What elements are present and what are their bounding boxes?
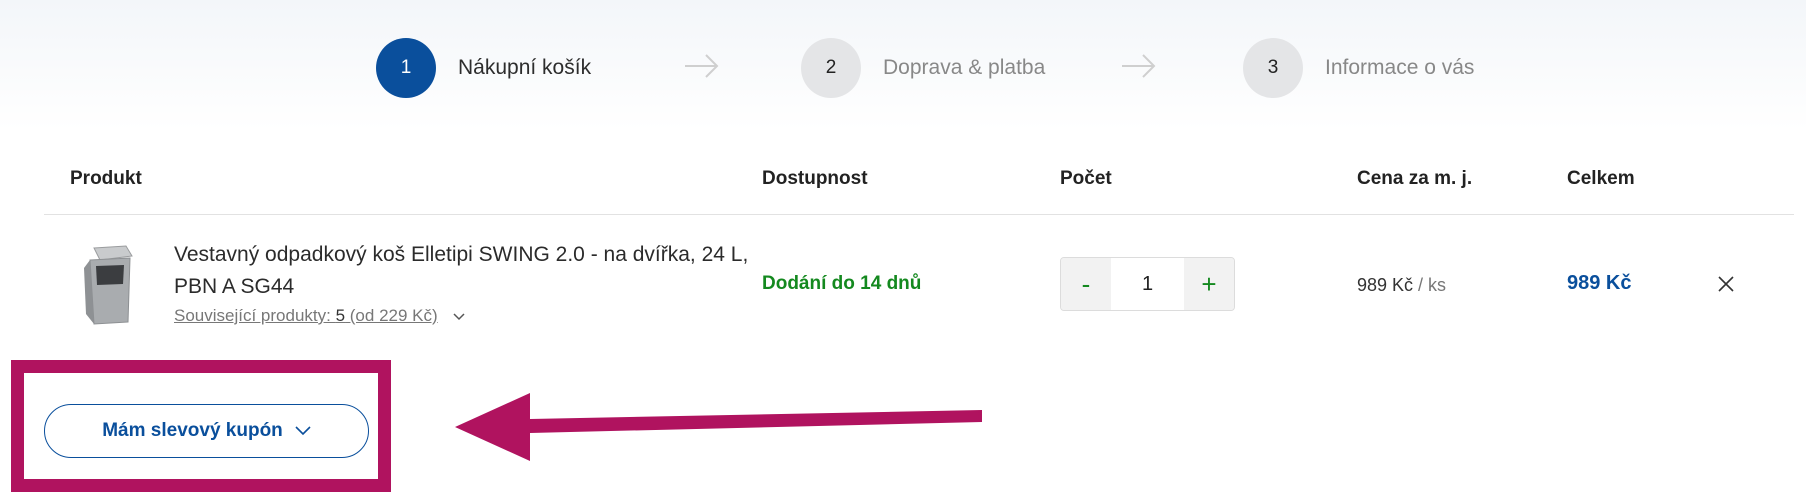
- unit-price-value: 989 Kč: [1357, 275, 1414, 295]
- step-label: Nákupní košík: [458, 56, 592, 79]
- quantity-value[interactable]: 1: [1111, 258, 1184, 310]
- header-divider: [44, 214, 1794, 215]
- coupon-label: Mám slevový kupón: [102, 420, 283, 441]
- coupon-toggle-button[interactable]: Mám slevový kupón: [44, 404, 369, 458]
- related-products-link[interactable]: Související produkty: 5 (od 229 Kč): [174, 306, 438, 326]
- close-icon[interactable]: [1718, 276, 1734, 292]
- cart-item-row: Vestavný odpadkový koš Elletipi SWING 2.…: [0, 238, 1806, 330]
- line-total: 989 Kč: [1567, 272, 1632, 294]
- header-unit-price: Cena za m. j.: [1357, 168, 1473, 189]
- decrease-quantity-button[interactable]: -: [1061, 258, 1111, 310]
- quantity-stepper: - 1 +: [1060, 257, 1235, 311]
- step-info[interactable]: 3 Informace o vás: [1243, 38, 1474, 98]
- arrow-right-icon: [1122, 54, 1156, 78]
- step-label: Doprava & platba: [883, 56, 1046, 79]
- step-cart[interactable]: 1 Nákupní košík: [376, 38, 591, 98]
- chevron-down-icon: [295, 426, 311, 436]
- increase-quantity-button[interactable]: +: [1184, 258, 1234, 310]
- header-product: Produkt: [70, 168, 142, 189]
- unit-suffix: / ks: [1413, 275, 1447, 295]
- product-thumbnail[interactable]: [80, 244, 140, 326]
- related-count: 5: [335, 306, 346, 325]
- chevron-down-icon[interactable]: [452, 310, 466, 324]
- unit-price: 989 Kč / ks: [1357, 275, 1446, 296]
- step-number: 2: [801, 38, 861, 98]
- availability-status: Dodání do 14 dnů: [762, 273, 922, 294]
- related-suffix: (od 229 Kč): [345, 306, 438, 325]
- arrow-right-icon: [685, 54, 719, 78]
- checkout-steps: 1 Nákupní košík 2 Doprava & platba 3 Inf…: [0, 38, 1806, 100]
- related-prefix: Související produkty:: [174, 306, 336, 325]
- step-number: 1: [376, 38, 436, 98]
- step-number: 3: [1243, 38, 1303, 98]
- header-availability: Dostupnost: [762, 168, 868, 189]
- annotation-arrow-icon: [455, 393, 982, 461]
- header-quantity: Počet: [1060, 168, 1112, 189]
- header-total: Celkem: [1567, 168, 1635, 189]
- step-shipping[interactable]: 2 Doprava & platba: [801, 38, 1045, 98]
- step-label: Informace o vás: [1325, 56, 1475, 79]
- product-name[interactable]: Vestavný odpadkový koš Elletipi SWING 2.…: [174, 239, 754, 303]
